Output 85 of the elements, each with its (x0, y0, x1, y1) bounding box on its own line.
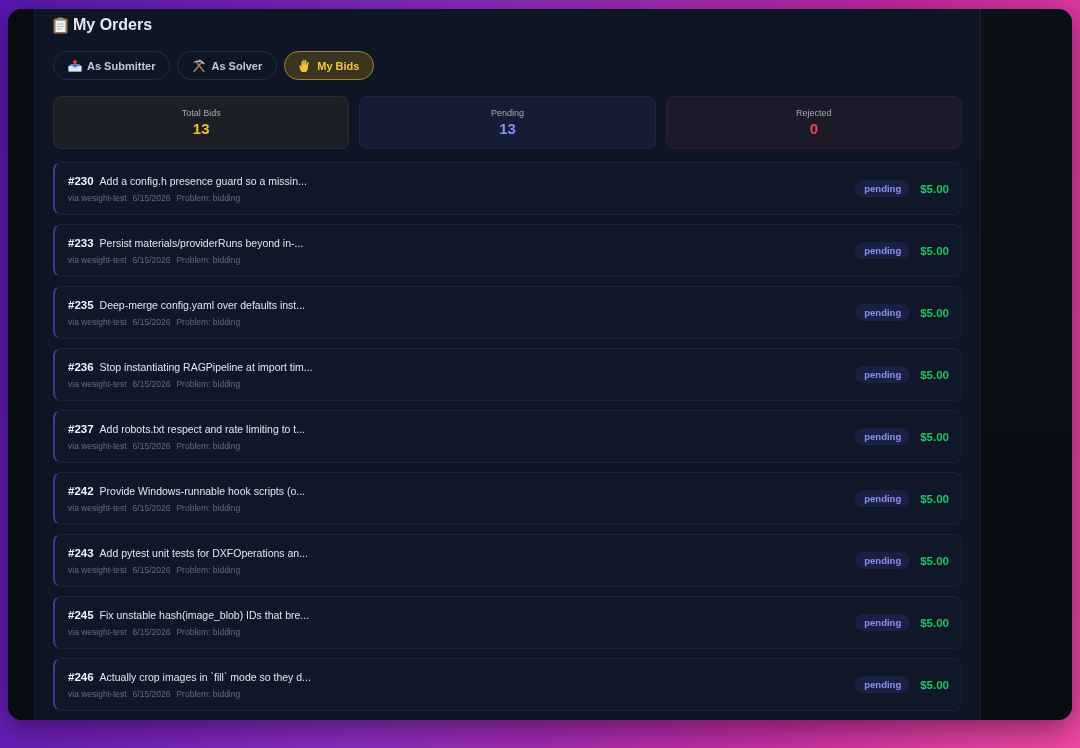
bid-date: 6/15/2026 (132, 254, 171, 265)
bid-source: via wesight-test (68, 626, 127, 637)
bid-title: Fix unstable hash(image_blob) IDs that bre... (99, 608, 310, 621)
bid-problem: Problem: bidding (176, 254, 241, 265)
bid-problem: Problem: bidding (176, 502, 241, 513)
status-badge: pending (855, 552, 911, 569)
status-badge: pending (855, 242, 911, 259)
bid-price: $5.00 (920, 306, 949, 319)
stat-label: Pending (490, 107, 524, 118)
status-badge: pending (855, 180, 911, 197)
bid-date: 6/15/2026 (132, 688, 171, 699)
bid-problem: Problem: bidding (176, 440, 241, 451)
bid-price: $5.00 (920, 554, 949, 567)
clipboard-icon (53, 16, 68, 34)
bid-number: #235 (68, 298, 94, 311)
bid-problem: Problem: bidding (176, 564, 241, 575)
tab[interactable]: As Solver (177, 51, 278, 80)
bid-price: $5.00 (920, 616, 949, 629)
bid-date: 6/15/2026 (132, 502, 171, 513)
bid-problem: Problem: bidding (176, 316, 241, 327)
bid-number: #246 (68, 670, 94, 683)
bid-source: via wesight-test (68, 316, 127, 327)
bid-row[interactable]: #245 Fix unstable hash(image_blob) IDs that bre... via wesight-test 6/15/2026 Problem: bidding pending $5.00 (53, 596, 962, 649)
bid-date: 6/15/2026 (132, 378, 171, 389)
page-title: My Orders (73, 16, 153, 34)
bid-problem: Problem: bidding (176, 192, 241, 203)
bid-date: 6/15/2026 (132, 316, 171, 327)
bid-date: 6/15/2026 (132, 564, 171, 575)
bid-title: Stop instantiating RAGPipeline at import tim... (99, 360, 313, 373)
bid-source: via wesight-test (68, 564, 127, 575)
bid-price: $5.00 (920, 368, 949, 381)
bid-date: 6/15/2026 (132, 440, 171, 451)
bid-source: via wesight-test (68, 192, 127, 203)
bid-price: $5.00 (920, 430, 949, 443)
bid-source: via wesight-test (68, 378, 127, 389)
bid-row[interactable]: #243 Add pytest unit tests for DXFOperations an... via wesight-test 6/15/2026 Problem: bidding pending $5.00 (53, 534, 962, 587)
status-badge: pending (855, 428, 911, 445)
tray-upload-icon (68, 59, 82, 72)
bid-title: Add a config.h presence guard so a missin... (99, 174, 307, 187)
bid-row[interactable]: #235 Deep-merge config.yaml over defaults inst... via wesight-test 6/15/2026 Problem: bidding pending $5.00 (53, 286, 962, 339)
bid-source: via wesight-test (68, 502, 127, 513)
bid-row[interactable]: #230 Add a config.h presence guard so a missin... via wesight-test 6/15/2026 Problem: bidding pending $5.00 (53, 162, 962, 215)
bid-number: #242 (68, 484, 94, 497)
bid-number: #243 (68, 546, 94, 559)
bid-row[interactable]: #233 Persist materials/providerRuns beyond in-... via wesight-test 6/15/2026 Problem: bidding pending $5.00 (53, 224, 962, 277)
bid-number: #237 (68, 422, 94, 435)
bid-date: 6/15/2026 (132, 192, 171, 203)
bid-row[interactable]: #237 Add robots.txt respect and rate limiting to t... via wesight-test 6/15/2026 Problem: bidding pending $5.00 (53, 410, 962, 463)
status-badge: pending (855, 490, 911, 507)
bid-row[interactable]: #246 Actually crop images in `fill` mode so they d... via wesight-test 6/15/2026 Problem: bidding pending $5.00 (53, 658, 962, 711)
tab[interactable]: My Bids (284, 51, 375, 80)
bid-source: via wesight-test (68, 440, 127, 451)
status-badge: pending (855, 614, 911, 631)
bid-row[interactable]: #242 Provide Windows-runnable hook scripts (o... via wesight-test 6/15/2026 Problem: bidding pending $5.00 (53, 472, 962, 525)
bid-price: $5.00 (920, 678, 949, 691)
status-badge: pending (855, 366, 911, 383)
bid-title: Add pytest unit tests for DXFOperations an... (99, 546, 308, 559)
hammer-pick-icon (192, 58, 207, 73)
bid-number: #230 (68, 174, 94, 187)
bid-number: #245 (68, 608, 94, 621)
tab[interactable]: As Submitter (53, 51, 171, 80)
stat-value: 13 (499, 120, 516, 138)
bid-date: 6/15/2026 (132, 626, 171, 637)
bid-problem: Problem: bidding (176, 626, 241, 637)
stat-label: Rejected (796, 107, 832, 118)
status-badge: pending (855, 304, 911, 321)
stat-label: Total Bids (181, 107, 221, 118)
bid-title: Persist materials/providerRuns beyond in-... (99, 236, 304, 249)
bid-problem: Problem: bidding (176, 378, 241, 389)
bid-source: via wesight-test (68, 688, 127, 699)
bid-title: Actually crop images in `fill` mode so they d... (99, 670, 311, 683)
bid-price: $5.00 (920, 182, 949, 195)
bid-price: $5.00 (920, 492, 949, 505)
bid-row[interactable]: #236 Stop instantiating RAGPipeline at import tim... via wesight-test 6/15/2026 Problem: bidding pending $5.00 (53, 348, 962, 401)
bid-title: Deep-merge config.yaml over defaults inst... (99, 298, 306, 311)
bid-title: Provide Windows-runnable hook scripts (o... (99, 484, 305, 497)
bid-title: Add robots.txt respect and rate limiting to t... (99, 422, 306, 435)
bid-number: #233 (68, 236, 94, 249)
stat-value: 13 (192, 120, 210, 138)
status-badge: pending (855, 676, 911, 693)
bid-problem: Problem: bidding (176, 688, 241, 699)
bid-number: #236 (68, 360, 94, 373)
bid-source: via wesight-test (68, 254, 127, 265)
bid-price: $5.00 (920, 244, 949, 257)
stat-value: 0 (809, 120, 818, 138)
